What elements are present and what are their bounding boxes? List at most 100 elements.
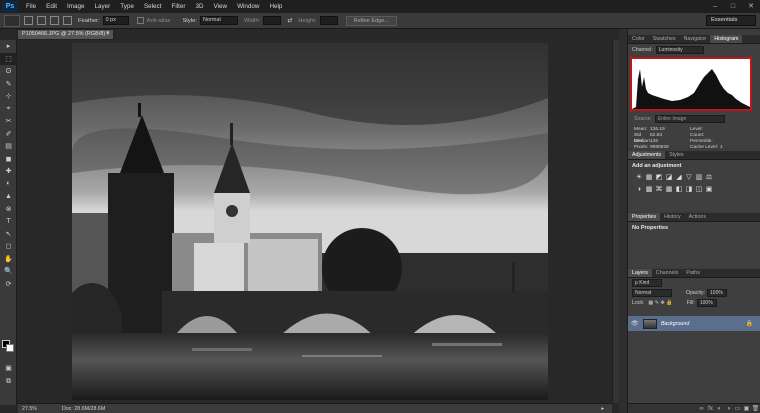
rotate-view-icon[interactable]: ⟳ [0, 278, 17, 291]
curves-icon[interactable]: ◩ [654, 173, 664, 183]
maximize-button[interactable]: □ [724, 0, 742, 13]
color-balance-icon[interactable]: ⚖ [704, 173, 714, 183]
menu-help[interactable]: Help [264, 3, 287, 10]
blend-mode-select[interactable]: Normal [632, 289, 672, 297]
menu-type[interactable]: Type [115, 3, 139, 10]
black-white-icon[interactable]: ◑ [634, 185, 644, 195]
brush-tool-icon[interactable]: ✐ [0, 128, 17, 141]
tool-preset-picker[interactable] [4, 14, 20, 27]
collapsed-panel-dock[interactable] [619, 29, 628, 413]
canvas-area[interactable] [18, 40, 612, 403]
visibility-eye-icon[interactable]: 👁 [631, 320, 639, 327]
invert-icon[interactable]: ◧ [674, 185, 684, 195]
levels-icon[interactable]: ▦ [644, 173, 654, 183]
new-layer-icon[interactable]: ▣ [742, 405, 751, 412]
zoom-tool-icon[interactable]: 🔍 [0, 265, 17, 278]
path-select-tool-icon[interactable]: ◻ [0, 240, 17, 253]
menu-image[interactable]: Image [62, 3, 90, 10]
crop-tool-icon[interactable]: ⊹ [0, 90, 17, 103]
status-menu-icon[interactable]: ▸ [601, 406, 604, 412]
move-tool-icon[interactable]: ▸ [0, 40, 17, 53]
layer-style-icon[interactable]: fx [706, 406, 715, 412]
channel-select[interactable]: Luminosity [655, 46, 704, 54]
document-image[interactable] [72, 43, 548, 400]
add-selection-icon[interactable] [37, 16, 46, 25]
tab-history[interactable]: History [660, 213, 684, 221]
tab-layers[interactable]: Layers [628, 269, 652, 277]
canvas-vertical-scrollbar[interactable] [612, 40, 619, 403]
intersect-selection-icon[interactable] [63, 16, 72, 25]
threshold-icon[interactable]: ◫ [694, 185, 704, 195]
new-selection-icon[interactable] [24, 16, 33, 25]
marquee-tool-icon[interactable]: ⬚ [0, 52, 17, 65]
zoom-level[interactable]: 27.5% [22, 406, 40, 412]
new-adjustment-icon[interactable]: ◑ [724, 406, 733, 412]
swap-icon[interactable]: ⇄ [287, 18, 292, 24]
color-lookup-icon[interactable]: ▦ [664, 185, 674, 195]
workspace-switcher[interactable]: Essentials [706, 15, 756, 26]
screen-mode-icon[interactable]: ⧉ [0, 376, 17, 389]
pen-tool-icon[interactable]: T [0, 215, 17, 228]
tab-styles[interactable]: Styles [665, 151, 687, 159]
menu-view[interactable]: View [209, 3, 233, 10]
selective-color-icon[interactable]: ▣ [704, 185, 714, 195]
eyedropper-tool-icon[interactable]: ⌖ [0, 103, 17, 116]
feather-input[interactable]: 0 px [102, 16, 129, 25]
new-group-icon[interactable]: ▭ [733, 405, 742, 412]
document-tab[interactable]: P1050466.JPG @ 27.5% (RGB/8) * ✕ [17, 29, 114, 40]
channel-mixer-icon[interactable]: ⌘ [654, 185, 664, 195]
style-select[interactable]: Normal [199, 16, 238, 25]
layer-kind-filter[interactable]: ρ Kind [632, 279, 662, 287]
source-select[interactable]: Entire Image [654, 115, 725, 123]
hue-saturation-icon[interactable]: ▥ [694, 173, 704, 183]
close-button[interactable]: ✕ [742, 0, 760, 13]
menu-3d[interactable]: 3D [190, 3, 208, 10]
photo-filter-icon[interactable]: ▩ [644, 185, 654, 195]
tab-color[interactable]: Color [628, 35, 649, 43]
history-brush-tool-icon[interactable]: ◼ [0, 153, 17, 166]
dodge-tool-icon[interactable]: ⊗ [0, 203, 17, 216]
exposure-icon[interactable]: ◪ [664, 173, 674, 183]
stamp-tool-icon[interactable]: ▤ [0, 140, 17, 153]
lasso-tool-icon[interactable]: ʘ [0, 65, 17, 78]
height-input[interactable] [319, 16, 338, 25]
tab-swatches[interactable]: Swatches [649, 35, 680, 43]
add-mask-icon[interactable]: ◐ [715, 406, 724, 412]
menu-window[interactable]: Window [232, 3, 264, 10]
healing-tool-icon[interactable]: ✂ [0, 115, 17, 128]
menu-select[interactable]: Select [139, 3, 167, 10]
width-input[interactable] [263, 16, 282, 25]
minimize-button[interactable]: – [706, 0, 724, 13]
link-layers-icon[interactable]: ∞ [697, 406, 706, 412]
layer-row-background[interactable]: 👁 Background 🔒 [628, 316, 760, 331]
hand-tool-icon[interactable]: ✋ [0, 253, 17, 266]
gradient-tool-icon[interactable]: ◐ [0, 178, 17, 191]
menu-file[interactable]: File [21, 3, 41, 10]
subtract-selection-icon[interactable] [50, 16, 59, 25]
type-tool-icon[interactable]: ↖ [0, 228, 17, 241]
menu-filter[interactable]: Filter [166, 3, 190, 10]
eraser-tool-icon[interactable]: ✚ [0, 165, 17, 178]
quick-mask-icon[interactable]: ▣ [0, 362, 17, 375]
menu-layer[interactable]: Layer [90, 3, 116, 10]
gradient-map-icon[interactable]: ▽ [684, 173, 694, 183]
refine-edge-button[interactable]: Refine Edge... [345, 15, 398, 26]
tab-properties[interactable]: Properties [628, 213, 661, 221]
brightness-icon[interactable]: ☀ [634, 173, 644, 183]
tab-actions[interactable]: Actions [685, 213, 710, 221]
lock-icons[interactable]: ▦ ✎ ✥ 🔒 [648, 300, 672, 306]
posterize-icon[interactable]: ◨ [684, 185, 694, 195]
tab-paths[interactable]: Paths [682, 269, 704, 277]
quick-select-tool-icon[interactable]: ✎ [0, 78, 17, 91]
delete-layer-icon[interactable]: 🗑 [751, 405, 760, 412]
layer-name[interactable]: Background [661, 321, 689, 327]
tab-channels[interactable]: Channels [652, 269, 682, 277]
tab-navigator[interactable]: Navigator [680, 35, 711, 43]
tab-histogram[interactable]: Histogram [710, 35, 743, 43]
antialias-checkbox[interactable] [136, 17, 144, 24]
blur-tool-icon[interactable]: ▲ [0, 190, 17, 203]
fill-input[interactable]: 100% [696, 299, 717, 307]
vibrance-icon[interactable]: ◢ [674, 173, 684, 183]
tab-adjustments[interactable]: Adjustments [628, 151, 666, 159]
background-color-swatch[interactable] [6, 344, 14, 352]
